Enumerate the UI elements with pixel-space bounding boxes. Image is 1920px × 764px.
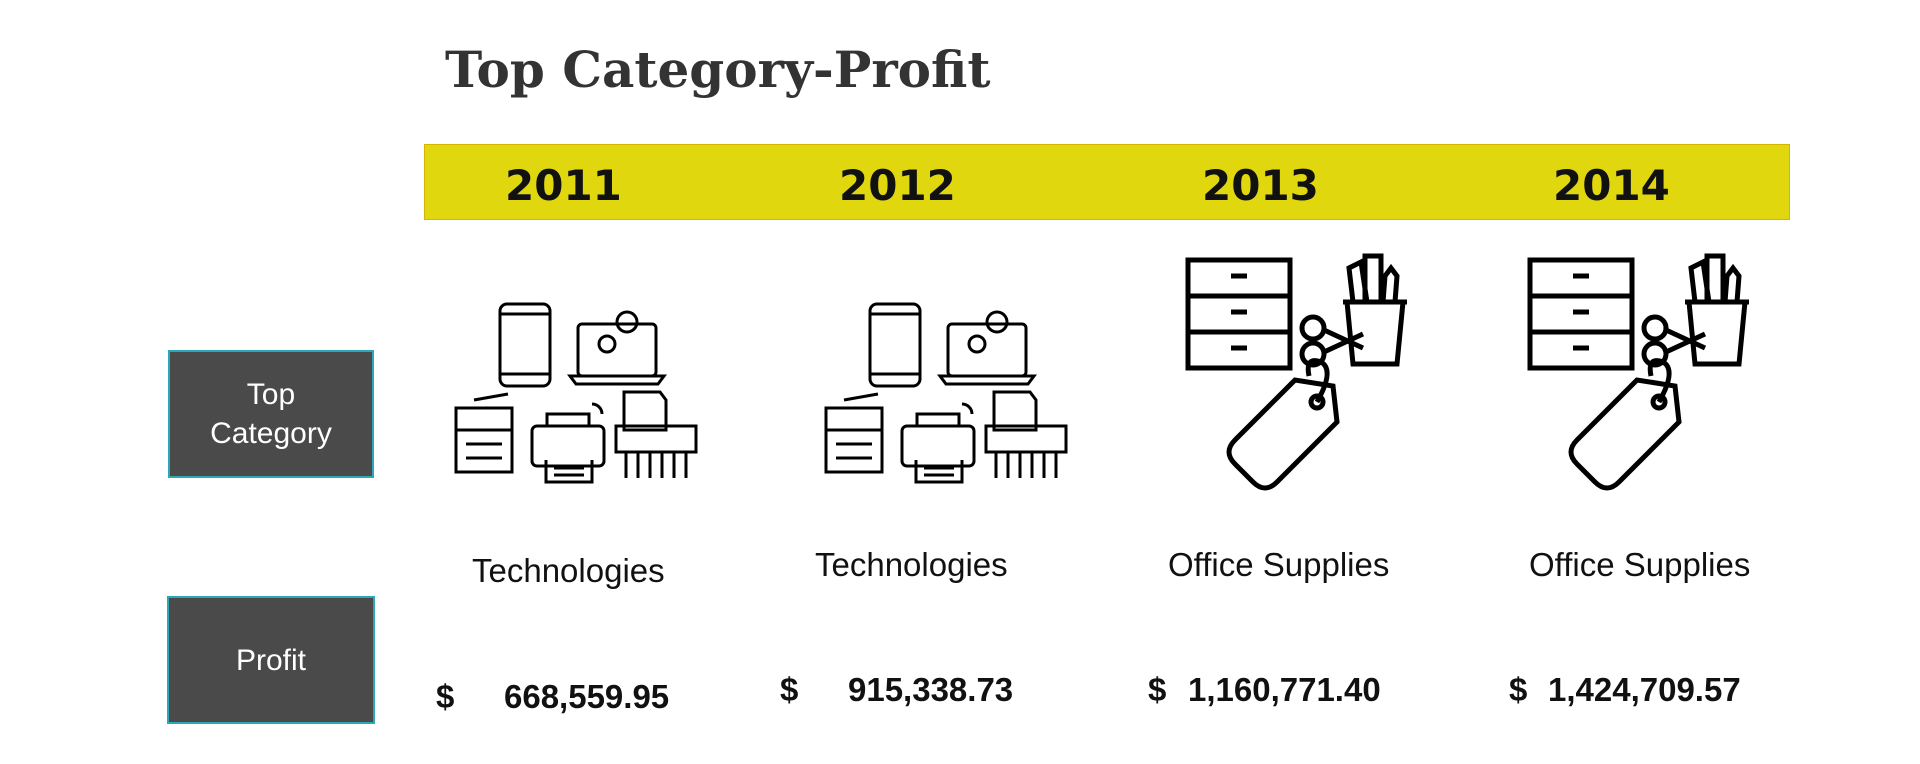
laptop-gear-icon (937, 310, 1037, 386)
profit-2013: 1,160,771.40 (1188, 671, 1381, 708)
year-2011: 2011 (505, 161, 622, 210)
technology-devices-icon (824, 302, 1068, 484)
category-2011: Technologies (472, 552, 665, 589)
printer-icon (900, 402, 976, 484)
currency-2012: $ (780, 671, 799, 708)
price-tag-icon (1226, 358, 1340, 491)
file-cabinet-icon (1185, 257, 1293, 371)
shredder-icon (984, 390, 1068, 478)
laptop-gear-icon (567, 310, 667, 386)
page-title: Top Category-Profit (445, 40, 991, 99)
top-category-row-label: Top Category (168, 350, 374, 478)
pencil-cup-icon (1343, 253, 1407, 367)
technology-devices-icon (454, 302, 698, 484)
profit-2011: 668,559.95 (504, 678, 670, 715)
category-2013: Office Supplies (1168, 546, 1390, 583)
currency-2011: $ (436, 678, 455, 715)
office-supplies-icon (1185, 253, 1407, 491)
shredder-icon (614, 390, 698, 478)
copier-icon (824, 392, 884, 474)
year-2012: 2012 (839, 161, 956, 210)
office-supplies-icon (1527, 253, 1749, 491)
category-2014: Office Supplies (1529, 546, 1751, 583)
category-2012: Technologies (815, 546, 1008, 583)
file-cabinet-icon (1527, 257, 1635, 371)
profit-label-text: Profit (235, 643, 307, 677)
year-2013: 2013 (1202, 161, 1319, 210)
copier-icon (454, 392, 514, 474)
price-tag-icon (1568, 358, 1682, 491)
printer-icon (530, 402, 606, 484)
top-category-label-text: Top Category (210, 378, 332, 450)
profit-row-label: Profit (167, 596, 375, 724)
profit-2012: 915,338.73 (848, 671, 1014, 708)
pencil-cup-icon (1685, 253, 1749, 367)
year-2014: 2014 (1553, 161, 1670, 210)
currency-2013: $ (1148, 671, 1167, 708)
currency-2014: $ (1509, 671, 1528, 708)
year-header-band: 2011 2012 2013 2014 (424, 144, 1790, 220)
profit-2014: 1,424,709.57 (1548, 671, 1741, 708)
